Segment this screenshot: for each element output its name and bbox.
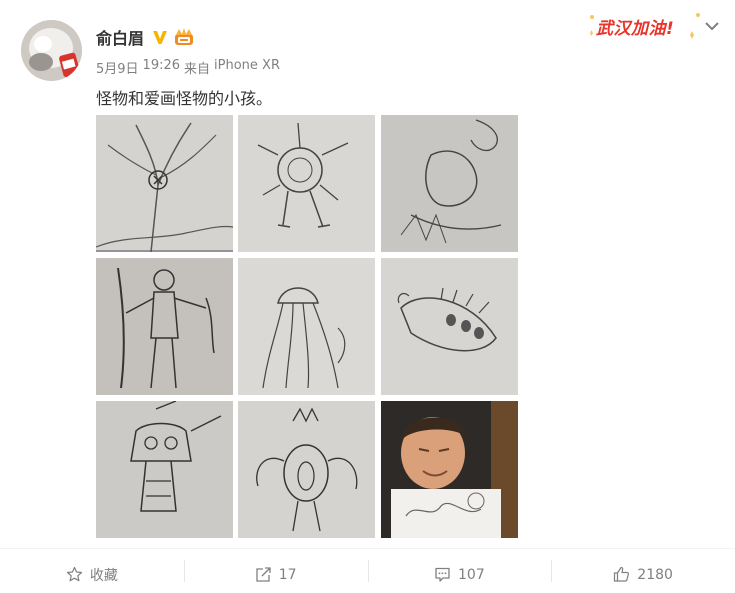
star-icon [66,566,82,582]
campaign-badge-text: 武汉加油! [596,19,675,39]
post-source-prefix: 来自 [184,62,211,77]
comment-count: 107 [458,566,485,583]
drawing-jellyfish[interactable] [238,258,375,395]
author-row: 俞白眉 [96,24,195,50]
comment-button[interactable]: 107 [367,556,552,593]
chevron-down-icon[interactable] [704,20,720,32]
photo-grid [96,115,518,538]
like-button[interactable]: 2180 [551,556,735,593]
verified-v-icon [151,28,169,46]
favorite-label: 收藏 [89,567,118,584]
author-name[interactable]: 俞白眉 [96,25,144,49]
drawing-tree-monster[interactable] [96,115,233,252]
divider [0,548,735,549]
repost-count: 17 [278,566,297,583]
avatar[interactable] [21,20,82,81]
repost-icon [256,567,271,582]
post-date[interactable]: 5月9日 [96,58,139,77]
weibo-post-card: 俞白眉 5月9日 19:26 来自 iPhone XR 怪物和爱画怪物的小孩。 [0,0,735,593]
thumbs-up-icon [614,566,630,582]
member-crown-icon[interactable] [173,28,195,46]
drawing-dragon[interactable] [381,115,518,252]
repost-button[interactable]: 17 [183,556,368,593]
post-meta: 5月9日 19:26 来自 iPhone XR [96,58,280,77]
campaign-badge: 武汉加油! [586,9,704,43]
post-text: 怪物和爱画怪物的小孩。 [96,89,273,108]
photo-child-with-drawing[interactable] [381,401,518,538]
action-bar: 收藏 17 107 2180 [0,556,735,593]
comment-icon [435,567,450,582]
drawing-warrior[interactable] [96,258,233,395]
drawing-caterpillar[interactable] [381,258,518,395]
drawing-squid-monster[interactable] [238,401,375,538]
drawing-spiky-creature[interactable] [238,115,375,252]
post-time[interactable]: 19:26 [143,58,180,77]
drawing-robot-monster[interactable] [96,401,233,538]
like-count: 2180 [637,566,673,583]
post-device: iPhone XR [214,58,280,73]
favorite-button[interactable]: 收藏 [0,556,184,593]
avatar-image [21,20,82,81]
